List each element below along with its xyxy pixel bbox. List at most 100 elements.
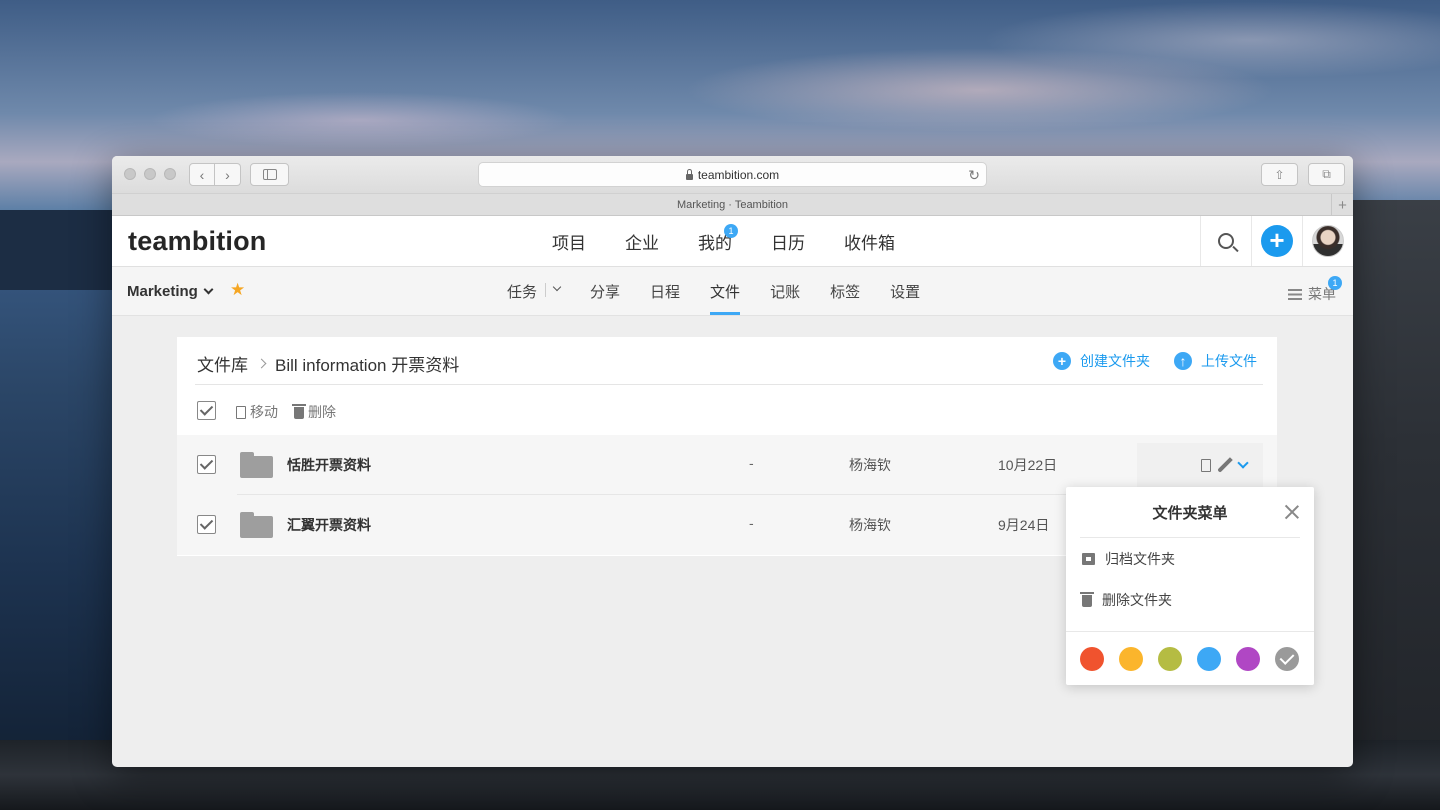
delete-folder-item[interactable]: 删除文件夹 xyxy=(1066,579,1314,620)
folder-icon xyxy=(240,512,273,538)
trash-icon xyxy=(1080,591,1094,607)
row-actions xyxy=(1137,443,1263,487)
batch-toolbar: 移动 删除 xyxy=(177,385,1277,435)
folder-date: 9月24日 xyxy=(998,517,1050,533)
tab-accounting[interactable]: 记账 xyxy=(755,267,815,315)
folder-date: 10月22日 xyxy=(998,457,1058,473)
color-swatch-blue[interactable] xyxy=(1197,646,1221,671)
color-swatch-olive[interactable] xyxy=(1158,646,1182,671)
tab-label: 记账 xyxy=(770,284,801,301)
browser-toolbar: ‹ › teambition.com ↻ ⇧ ⧉ xyxy=(112,156,1353,194)
reload-icon[interactable]: ↻ xyxy=(968,167,980,184)
app-logo[interactable]: teambition xyxy=(128,226,267,257)
upload-circle-icon: ↑ xyxy=(1174,352,1192,370)
zoom-window-button[interactable] xyxy=(164,168,176,180)
sidebar-icon xyxy=(262,169,277,180)
create-folder-button[interactable]: + 创建文件夹 xyxy=(1053,351,1150,371)
color-swatch-gray[interactable] xyxy=(1275,646,1299,671)
search-icon xyxy=(1218,233,1234,249)
tab-label: 标签 xyxy=(830,284,861,301)
desktop-hill xyxy=(0,210,112,290)
folder-color-picker xyxy=(1066,631,1314,685)
row-checkbox[interactable] xyxy=(197,455,216,474)
project-menu-button[interactable]: 菜单 1 xyxy=(1288,276,1342,304)
pencil-icon[interactable] xyxy=(1217,457,1233,473)
list-icon xyxy=(1288,288,1302,300)
close-window-button[interactable] xyxy=(124,168,136,180)
chevron-down-icon[interactable] xyxy=(552,282,562,292)
project-switcher[interactable]: Marketing xyxy=(127,283,215,300)
share-button[interactable]: ⇧ xyxy=(1261,163,1298,186)
sidebar-toggle-button[interactable] xyxy=(250,163,289,186)
tab-label: 设置 xyxy=(890,284,921,301)
tab-schedule[interactable]: 日程 xyxy=(635,267,695,315)
nav-item-projects[interactable]: 项目 xyxy=(552,229,586,254)
menu-item-label: 归档文件夹 xyxy=(1105,550,1175,567)
tabs-overview-button[interactable]: ⧉ xyxy=(1308,163,1345,186)
folder-name[interactable]: 汇翼开票资料 xyxy=(287,515,371,535)
plus-icon: + xyxy=(1261,225,1293,257)
close-icon[interactable] xyxy=(1284,504,1300,520)
breadcrumb-current: Bill information 开票资料 xyxy=(275,356,460,375)
back-button[interactable]: ‹ xyxy=(189,163,215,186)
avatar xyxy=(1312,225,1344,257)
upload-file-button[interactable]: ↑ 上传文件 xyxy=(1174,351,1257,371)
nav-item-inbox[interactable]: 收件箱 xyxy=(844,229,895,254)
forward-button[interactable]: › xyxy=(215,163,241,186)
minimize-window-button[interactable] xyxy=(144,168,156,180)
tab-settings[interactable]: 设置 xyxy=(875,267,935,315)
archive-folder-item[interactable]: 归档文件夹 xyxy=(1066,538,1314,579)
table-row[interactable]: 恬胜开票资料 - 杨海钦 10月22日 xyxy=(177,435,1277,495)
divider xyxy=(545,283,547,297)
color-swatch-yellow[interactable] xyxy=(1119,646,1143,671)
tab-title[interactable]: Marketing · Teambition xyxy=(677,199,788,211)
notification-badge: 1 xyxy=(1328,276,1342,290)
new-tab-button[interactable]: + xyxy=(1331,194,1353,216)
chevron-down-icon[interactable] xyxy=(1237,457,1249,469)
url-text: teambition.com xyxy=(697,167,780,182)
main-nav: 项目 企业 我的 1 日历 收件箱 xyxy=(552,224,895,254)
nav-item-calendar[interactable]: 日历 xyxy=(771,229,805,254)
chevron-right-icon xyxy=(256,358,267,369)
tab-tasks[interactable]: 任务 xyxy=(492,267,575,315)
move-file-icon[interactable] xyxy=(1201,458,1211,472)
color-swatch-red[interactable] xyxy=(1080,646,1104,671)
button-label: 删除 xyxy=(308,404,336,420)
tab-bar: Marketing · Teambition + xyxy=(112,194,1353,216)
tab-label: 任务 xyxy=(507,284,538,301)
notification-badge: 1 xyxy=(724,224,738,238)
library-header: 文件库 Bill information 开票资料 + 创建文件夹 ↑ 上传文件 xyxy=(195,337,1263,385)
folder-size: - xyxy=(749,515,754,531)
tab-share[interactable]: 分享 xyxy=(575,267,635,315)
trash-icon xyxy=(292,404,306,419)
address-bar[interactable]: teambition.com ↻ xyxy=(478,162,987,187)
tab-label: 日程 xyxy=(650,284,681,301)
move-button[interactable]: 移动 xyxy=(236,402,278,422)
chevron-down-icon xyxy=(203,284,214,295)
folder-name[interactable]: 恬胜开票资料 xyxy=(287,455,371,475)
nav-label: 项目 xyxy=(552,234,586,253)
nav-label: 日历 xyxy=(771,234,805,253)
nav-item-mine[interactable]: 我的 1 xyxy=(698,224,738,254)
tab-files[interactable]: 文件 xyxy=(695,267,755,315)
select-all-checkbox[interactable] xyxy=(197,401,216,420)
star-icon[interactable]: ★ xyxy=(230,280,245,300)
color-swatch-purple[interactable] xyxy=(1236,646,1260,671)
row-checkbox[interactable] xyxy=(197,515,216,534)
tab-tags[interactable]: 标签 xyxy=(815,267,875,315)
nav-label: 企业 xyxy=(625,234,659,253)
archive-icon xyxy=(1082,552,1095,565)
tab-label: 分享 xyxy=(590,284,621,301)
search-button[interactable] xyxy=(1200,216,1251,266)
button-label: 移动 xyxy=(250,404,278,420)
folder-size: - xyxy=(749,455,754,471)
move-file-icon xyxy=(236,405,246,419)
menu-item-label: 删除文件夹 xyxy=(1102,591,1172,608)
nav-item-enterprise[interactable]: 企业 xyxy=(625,229,659,254)
project-bar: Marketing ★ 任务 分享 日程 文件 记账 标签 设置 菜单 1 xyxy=(112,267,1353,316)
quick-create-button[interactable]: + xyxy=(1251,216,1302,266)
user-menu-button[interactable] xyxy=(1302,216,1353,266)
browser-window: ‹ › teambition.com ↻ ⇧ ⧉ Marketing · Tea… xyxy=(112,156,1353,767)
breadcrumb-root[interactable]: 文件库 xyxy=(197,351,248,376)
delete-button[interactable]: 删除 xyxy=(292,402,336,422)
